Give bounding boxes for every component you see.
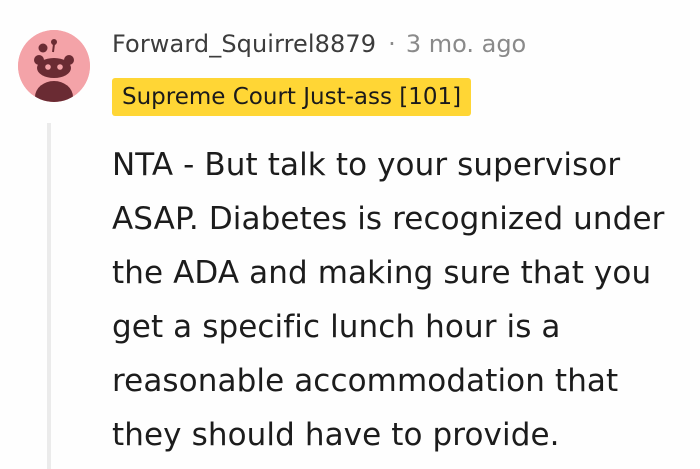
user-avatar[interactable] bbox=[18, 30, 90, 102]
thread-line[interactable] bbox=[47, 123, 51, 469]
username-link[interactable]: Forward_Squirrel8879 bbox=[112, 27, 376, 61]
meta-separator: · bbox=[388, 30, 396, 58]
comment-line: the ADA and making sure that you bbox=[112, 255, 652, 291]
comment-line: they should have to provide. bbox=[112, 417, 560, 453]
reddit-snoo-avatar-icon bbox=[18, 30, 90, 102]
user-flair: Supreme Court Just-ass [101] bbox=[112, 78, 472, 116]
comment-line: reasonable accommodation that bbox=[112, 363, 619, 399]
timestamp[interactable]: 3 mo. ago bbox=[406, 27, 526, 61]
comment-line: ASAP. Diabetes is recognized under bbox=[112, 201, 665, 237]
comment: Forward_Squirrel8879 · 3 mo. ago Supreme… bbox=[0, 0, 700, 469]
comment-line: NTA - But talk to your supervisor bbox=[112, 147, 621, 183]
comment-body: NTA - But talk to your supervisor ASAP. … bbox=[112, 138, 700, 462]
comment-meta: Forward_Squirrel8879 · 3 mo. ago bbox=[112, 27, 526, 61]
comment-line: get a specific lunch hour is a bbox=[112, 309, 561, 345]
